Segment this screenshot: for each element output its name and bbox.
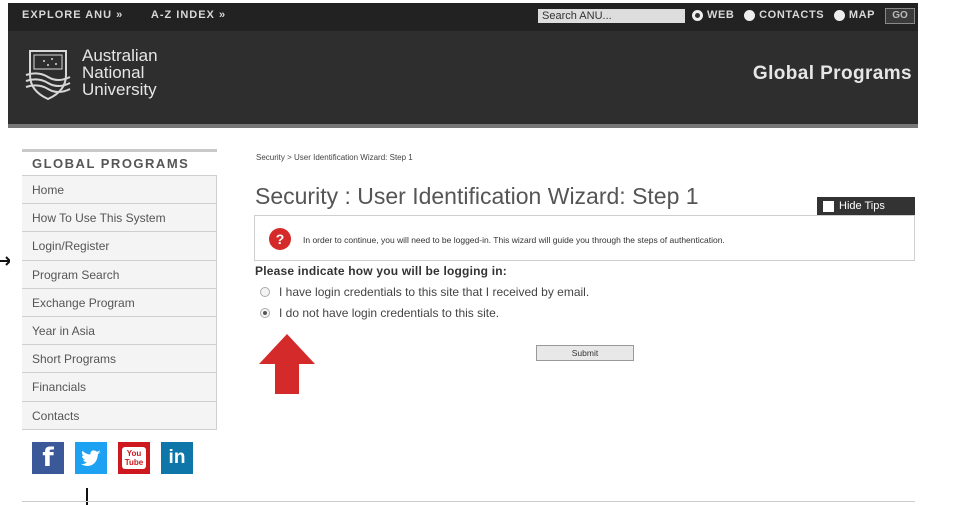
anu-crest-icon[interactable]: [22, 45, 74, 103]
university-name[interactable]: Australian National University: [82, 47, 158, 98]
sidebar-item-year-in-asia[interactable]: Year in Asia: [22, 316, 217, 346]
pointer-arrow-icon: [0, 256, 10, 266]
footer-divider: [22, 501, 915, 502]
radio-icon: [744, 9, 756, 21]
red-up-arrow-icon: [259, 334, 315, 394]
top-utility-bar: EXPLORE ANU » A-Z INDEX » WEB CONTACTS M…: [8, 3, 918, 31]
radio-selected-icon: [692, 9, 703, 21]
search-input[interactable]: [538, 9, 685, 23]
header-divider: [8, 124, 918, 128]
youtube-icon[interactable]: You Tube: [118, 442, 150, 474]
logo-line: Australian: [82, 46, 158, 65]
radio-icon: [833, 9, 845, 21]
sidebar-nav: GLOBAL PROGRAMS Home How To Use This Sys…: [22, 149, 217, 430]
option-has-credentials[interactable]: I have login credentials to this site th…: [260, 285, 589, 299]
question-icon: ?: [269, 228, 291, 250]
scope-map-label: MAP: [848, 9, 876, 21]
go-button[interactable]: GO: [885, 8, 915, 24]
scope-contacts-label: CONTACTS: [759, 9, 825, 21]
scope-web-label: WEB: [707, 9, 735, 21]
square-icon: [823, 200, 834, 212]
tip-box: ? In order to continue, you will need to…: [254, 215, 915, 261]
tip-text: In order to continue, you will need to b…: [303, 235, 725, 245]
site-header: Australian National University Global Pr…: [8, 31, 918, 124]
option-no-credentials-label: I do not have login credentials to this …: [279, 306, 500, 320]
facebook-icon[interactable]: f: [32, 442, 64, 474]
search-scope-options: WEB CONTACTS MAP: [692, 9, 881, 24]
scope-web-option[interactable]: WEB: [692, 9, 734, 21]
logo-line: National: [82, 63, 145, 82]
sidebar-item-home[interactable]: Home: [22, 176, 217, 205]
linkedin-icon[interactable]: in: [161, 442, 193, 474]
twitter-bird-icon: [81, 450, 101, 466]
hide-tips-button[interactable]: Hide Tips: [817, 197, 915, 215]
submit-button[interactable]: Submit: [536, 345, 634, 361]
option-no-credentials[interactable]: I do not have login credentials to this …: [260, 306, 499, 320]
sidebar-item-financials[interactable]: Financials: [22, 373, 217, 402]
social-links: f You Tube in: [32, 442, 204, 474]
az-index-link[interactable]: A-Z INDEX »: [151, 9, 226, 21]
hide-tips-label: Hide Tips: [839, 200, 885, 212]
sidebar-item-program-search[interactable]: Program Search: [22, 260, 217, 289]
youtube-label: You Tube: [121, 447, 147, 469]
twitter-icon[interactable]: [75, 442, 107, 474]
top-links: EXPLORE ANU » A-Z INDEX »: [22, 9, 250, 21]
sidebar-item-how-to-use[interactable]: How To Use This System: [22, 204, 217, 233]
sidebar-item-contacts[interactable]: Contacts: [22, 401, 217, 430]
option-has-credentials-label: I have login credentials to this site th…: [279, 285, 590, 299]
scope-contacts-option[interactable]: CONTACTS: [744, 9, 824, 21]
sidebar-item-exchange-program[interactable]: Exchange Program: [22, 288, 217, 317]
radio-icon[interactable]: [260, 287, 270, 297]
scope-map-option[interactable]: MAP: [833, 9, 876, 21]
annotation-line: [86, 488, 88, 505]
logo-line: University: [82, 80, 157, 99]
site-title[interactable]: Global Programs: [753, 63, 912, 85]
sidebar-item-login-register[interactable]: Login/Register: [22, 232, 217, 261]
page-title: Security : User Identification Wizard: S…: [255, 183, 699, 209]
sidebar-item-short-programs[interactable]: Short Programs: [22, 345, 217, 374]
breadcrumb: Security > User Identification Wizard: S…: [256, 153, 413, 162]
login-prompt: Please indicate how you will be logging …: [255, 264, 507, 278]
radio-selected-icon[interactable]: [260, 308, 270, 318]
explore-anu-link[interactable]: EXPLORE ANU »: [22, 9, 123, 21]
sidebar-title: GLOBAL PROGRAMS: [22, 149, 217, 176]
